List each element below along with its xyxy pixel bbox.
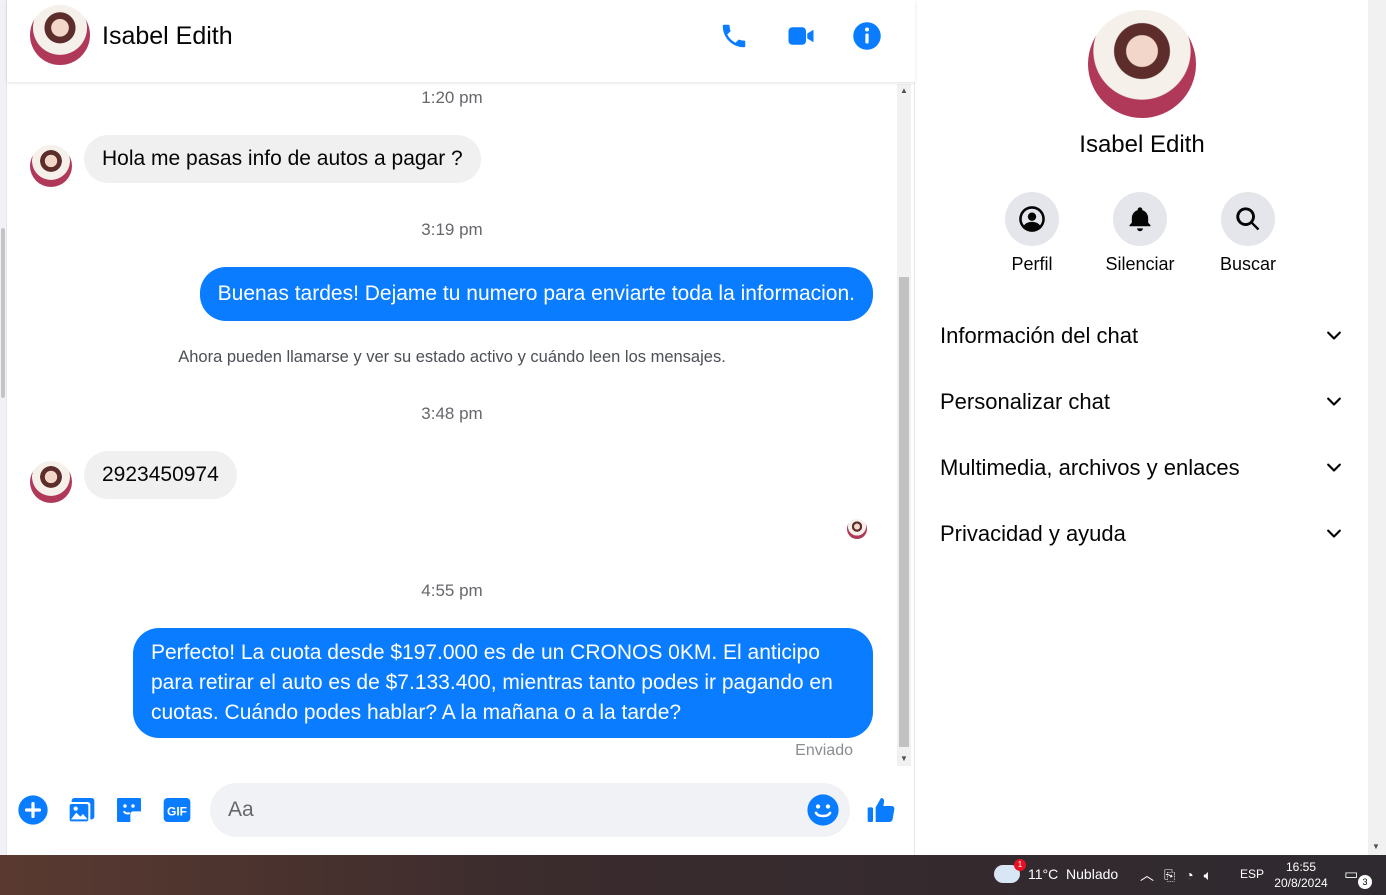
- weather-widget[interactable]: 1 11°C Nublado: [994, 859, 1119, 883]
- gif-label: GIF: [167, 804, 187, 818]
- message-timestamp: 1:20 pm: [421, 88, 483, 107]
- section-privacy-support[interactable]: Privacidad y ayuda: [940, 514, 1344, 554]
- wifi-icon[interactable]: ◔: [1185, 867, 1193, 883]
- section-label: Personalizar chat: [940, 389, 1110, 414]
- system-notice: Ahora pueden llamarse y ver su estado ac…: [178, 348, 726, 366]
- message-timestamp: 3:48 pm: [421, 404, 483, 423]
- message-timestamp: 3:19 pm: [421, 220, 483, 239]
- profile-action[interactable]: Perfil: [987, 192, 1077, 275]
- cloud-icon: 1: [994, 859, 1026, 883]
- chevron-down-icon: [1327, 529, 1341, 538]
- chat-header: Isabel Edith: [7, 0, 915, 82]
- notification-icon: ▭: [1344, 866, 1359, 883]
- notification-count: 3: [1358, 875, 1372, 889]
- search-icon: [1236, 207, 1260, 231]
- attach-photo-button[interactable]: [63, 792, 99, 828]
- contact-profile-photo[interactable]: [1088, 10, 1196, 118]
- meet-now-icon[interactable]: ⎘: [1164, 867, 1175, 884]
- incoming-message[interactable]: Hola me pasas info de autos a pagar ?: [84, 135, 481, 183]
- mute-action[interactable]: Silenciar: [1095, 192, 1185, 275]
- message-scrollbar-thumb[interactable]: [899, 277, 909, 747]
- weather-badge: 1: [1014, 859, 1026, 871]
- mute-action-button[interactable]: [1113, 192, 1167, 246]
- message-scrollbar[interactable]: ▲ ▼: [897, 84, 911, 766]
- chevron-down-icon: [1327, 331, 1341, 340]
- sticker-icon: [117, 798, 141, 822]
- section-media-files-links[interactable]: Multimedia, archivos y enlaces: [940, 448, 1344, 488]
- clock-time: 16:55: [1285, 860, 1317, 874]
- clock[interactable]: 16:55 20/8/2024: [1272, 859, 1330, 891]
- phone-icon: [722, 24, 746, 48]
- left-scrollbar[interactable]: [0, 0, 7, 855]
- more-actions-button[interactable]: [15, 792, 51, 828]
- input-language[interactable]: ESP: [1240, 867, 1264, 881]
- search-action[interactable]: Buscar: [1203, 192, 1293, 275]
- conversation-info-button[interactable]: [847, 16, 887, 56]
- scroll-up-arrow-icon[interactable]: ▲: [897, 84, 911, 98]
- notification-center[interactable]: ▭ 3: [1344, 865, 1372, 889]
- gif-button[interactable]: GIF: [159, 792, 195, 828]
- delivery-status: Enviado: [795, 742, 853, 759]
- emoji-icon[interactable]: [806, 793, 840, 827]
- messenger-window: Isabel Edith 1:20 pm Hola me pasas info …: [0, 0, 1386, 855]
- section-customize-chat[interactable]: Personalizar chat: [940, 382, 1344, 422]
- composer: GIF: [7, 770, 915, 855]
- bell-icon: [1129, 207, 1151, 232]
- speaker-icon[interactable]: 🔈︎: [1204, 867, 1212, 884]
- system-tray: ︿ ⎘ ◔ 🔈︎: [1140, 865, 1212, 885]
- contact-avatar[interactable]: [30, 5, 90, 65]
- plus-circle-icon: [18, 795, 48, 825]
- message-list[interactable]: 1:20 pm Hola me pasas info de autos a pa…: [7, 82, 897, 767]
- weather-text: 11°C Nublado: [1028, 866, 1119, 882]
- section-label: Información del chat: [940, 323, 1139, 348]
- chevron-down-icon: [1327, 463, 1341, 472]
- section-chat-info[interactable]: Información del chat: [940, 316, 1344, 356]
- sender-avatar[interactable]: [30, 461, 72, 503]
- gif-icon: GIF: [163, 798, 191, 822]
- chevron-up-icon[interactable]: ︿: [1140, 865, 1154, 885]
- conversation-info-panel: Isabel Edith Perfil Silenciar Buscar Inf…: [916, 0, 1368, 855]
- like-button[interactable]: [863, 792, 899, 828]
- section-label: Multimedia, archivos y enlaces: [940, 455, 1240, 480]
- video-camera-icon: [788, 27, 814, 45]
- profile-action-button[interactable]: [1005, 192, 1059, 246]
- message-input-container[interactable]: [210, 783, 850, 837]
- sticker-button[interactable]: [111, 792, 147, 828]
- section-label: Privacidad y ayuda: [940, 521, 1126, 546]
- sender-avatar[interactable]: [30, 145, 72, 187]
- contact-profile-name: Isabel Edith: [1079, 131, 1205, 158]
- page-scroll-down-arrow-icon[interactable]: ▼: [1372, 842, 1380, 851]
- profile-action-label: Perfil: [1011, 254, 1053, 274]
- message-input[interactable]: [228, 795, 788, 825]
- profile-icon: [1019, 206, 1045, 232]
- search-action-label: Buscar: [1219, 254, 1277, 274]
- video-call-button[interactable]: [781, 16, 821, 56]
- contact-name[interactable]: Isabel Edith: [102, 22, 233, 51]
- page-scrollbar[interactable]: ▼: [1368, 0, 1386, 855]
- read-receipt-avatar: [847, 519, 867, 539]
- chevron-down-icon: [1327, 397, 1341, 406]
- thumbs-up-icon: [867, 798, 895, 823]
- message-timestamp: 4:55 pm: [421, 581, 483, 600]
- search-action-button[interactable]: [1221, 192, 1275, 246]
- outgoing-message[interactable]: Perfecto! La cuota desde $197.000 es de …: [133, 628, 873, 738]
- call-button[interactable]: [714, 16, 754, 56]
- scroll-down-arrow-icon[interactable]: ▼: [897, 752, 911, 766]
- info-icon: [853, 22, 881, 50]
- photo-icon: [67, 798, 95, 824]
- chat-pane: Isabel Edith 1:20 pm Hola me pasas info …: [7, 0, 915, 855]
- left-scrollbar-thumb[interactable]: [1, 228, 5, 398]
- incoming-message[interactable]: 2923450974: [84, 451, 237, 499]
- mute-action-label: Silenciar: [1105, 254, 1175, 274]
- outgoing-message[interactable]: Buenas tardes! Dejame tu numero para env…: [199, 267, 873, 321]
- clock-date: 20/8/2024: [1274, 876, 1328, 890]
- windows-taskbar: 1 11°C Nublado ︿ ⎘ ◔ 🔈︎ ESP 16:55 20/8/2…: [0, 855, 1386, 895]
